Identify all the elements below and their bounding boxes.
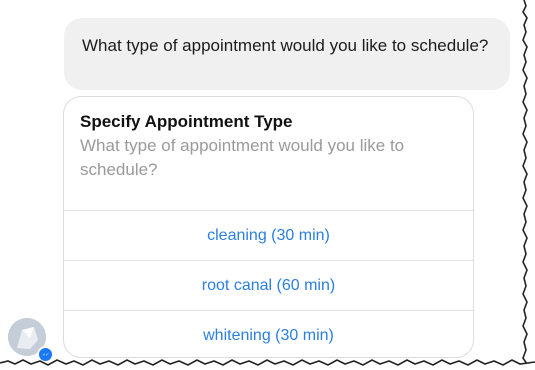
card-subtitle: What type of appointment would you like … [80, 136, 405, 179]
card-header: Specify Appointment Type What type of ap… [64, 97, 473, 211]
option-root-canal-button[interactable]: root canal (60 min) [64, 261, 473, 311]
bot-message-bubble: What type of appointment would you like … [64, 18, 510, 90]
appointment-type-card: Specify Appointment Type What type of ap… [63, 96, 474, 358]
option-whitening-button[interactable]: whitening (30 min) [64, 311, 473, 357]
torn-edge-right [522, 0, 535, 370]
torn-edge-bottom [0, 359, 535, 370]
card-title: Specify Appointment Type [80, 112, 293, 131]
bot-message-text: What type of appointment would you like … [82, 36, 489, 55]
messenger-chat-window: What type of appointment would you like … [0, 0, 535, 370]
option-cleaning-button[interactable]: cleaning (30 min) [64, 211, 473, 261]
